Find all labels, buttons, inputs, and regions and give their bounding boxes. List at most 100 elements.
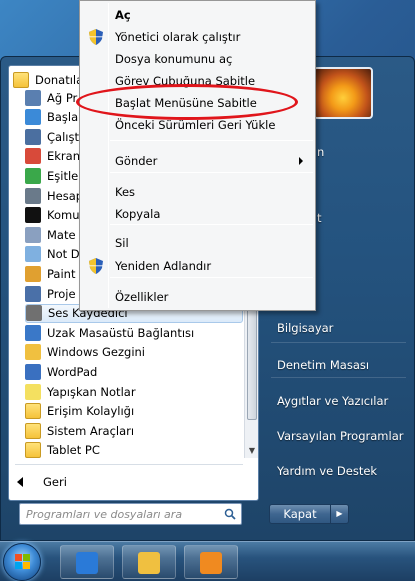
- sticky-notes-icon: [25, 383, 41, 400]
- shutdown-group: Kapat ▶: [269, 504, 349, 524]
- back-label: Geri: [43, 475, 67, 489]
- menu-item-7[interactable]: Kes: [82, 181, 313, 203]
- uac-shield-icon: [89, 29, 103, 45]
- menu-item-label: Kes: [115, 185, 136, 199]
- menu-item-6[interactable]: Gönder: [82, 150, 313, 172]
- program-label: Paint: [47, 266, 76, 281]
- program-label: Yapışkan Notlar: [47, 384, 136, 399]
- snipping-tool-icon: [25, 148, 41, 165]
- menu-separator: [110, 172, 313, 173]
- menu-item-label: Kopyala: [115, 207, 161, 221]
- taskbar-button[interactable]: [184, 545, 238, 579]
- projector-icon: [25, 285, 41, 302]
- sound-recorder-icon: [26, 305, 42, 322]
- taskbar-button[interactable]: [60, 545, 114, 579]
- folder-icon: [13, 71, 29, 88]
- search-icon: [224, 508, 236, 520]
- menu-item-label: Sil: [115, 236, 129, 250]
- program-label: Başla: [47, 110, 79, 125]
- right-panel-item[interactable]: Bilgisayar: [269, 315, 409, 341]
- paint-icon: [25, 265, 41, 282]
- program-label: Windows Gezgini: [47, 345, 145, 360]
- taskbar-button[interactable]: [122, 545, 176, 579]
- windows-logo-icon: [15, 554, 31, 570]
- shutdown-button[interactable]: Kapat: [269, 504, 331, 524]
- program-label: Sistem Araçları: [47, 423, 135, 438]
- shutdown-options-arrow-icon[interactable]: ▶: [331, 504, 349, 524]
- menu-item-label: Önceki Sürümleri Geri Yükle: [115, 118, 276, 132]
- program-item[interactable]: Yapışkan Notlar: [25, 382, 243, 401]
- folder-icon: [25, 442, 41, 458]
- start-button[interactable]: [3, 543, 41, 581]
- menu-item-label: Yönetici olarak çalıştır: [115, 30, 241, 44]
- right-panel-item[interactable]: Yardım ve Destek: [269, 458, 409, 484]
- back-arrow-icon: [17, 477, 23, 487]
- program-label: Hesap: [47, 188, 84, 203]
- right-separator: [271, 342, 406, 343]
- menu-item-label: Gönder: [115, 154, 158, 168]
- folder-icon: [25, 422, 41, 439]
- search-input[interactable]: Programları ve dosyaları ara: [19, 503, 242, 525]
- right-panel-item[interactable]: n: [309, 139, 415, 165]
- folder-icon: [25, 403, 41, 420]
- windows-explorer-icon: [138, 552, 160, 574]
- math-input-icon: [25, 226, 41, 243]
- program-item[interactable]: WordPad: [25, 362, 243, 381]
- wordpad-icon: [25, 363, 41, 380]
- program-label: Erişim Kolaylığı: [47, 404, 135, 419]
- scroll-down-arrow-icon[interactable]: ▼: [245, 444, 259, 458]
- program-label: Komu: [47, 208, 80, 223]
- menu-item-9[interactable]: Sil: [82, 232, 313, 254]
- program-label: Ağ Pr: [47, 90, 78, 105]
- user-avatar[interactable]: [313, 67, 373, 119]
- menu-item-label: Yeniden Adlandır: [115, 259, 212, 273]
- menu-item-1[interactable]: Yönetici olarak çalıştır: [82, 26, 313, 48]
- submenu-arrow-icon: [299, 157, 303, 165]
- menu-item-0[interactable]: Aç: [82, 4, 313, 26]
- program-label: Çalışt: [47, 129, 79, 144]
- program-label: WordPad: [47, 364, 98, 379]
- menu-item-11[interactable]: Özellikler: [82, 286, 313, 308]
- program-label: Tablet PC: [47, 443, 100, 458]
- program-folder-item[interactable]: Tablet PC: [25, 441, 243, 458]
- program-folder-item[interactable]: Erişim Kolaylığı: [25, 402, 243, 421]
- highlight-annotation: [76, 84, 298, 120]
- menu-separator: [110, 140, 313, 141]
- context-menu: Aç Yönetici olarak çalıştır Dosya konumunu…: [79, 0, 316, 311]
- menu-separator: [110, 277, 313, 278]
- right-separator: [271, 377, 406, 378]
- sync-center-icon: [25, 167, 41, 184]
- network-projector-icon: [25, 89, 41, 106]
- calculator-icon: [25, 187, 41, 204]
- program-item[interactable]: Uzak Masaüstü Bağlantısı: [25, 323, 243, 342]
- search-placeholder: Programları ve dosyaları ara: [26, 507, 183, 521]
- menu-item-label: Dosya konumunu aç: [115, 52, 233, 66]
- divider: [15, 464, 243, 465]
- program-label: Eşitle: [47, 168, 79, 183]
- right-panel-item[interactable]: Denetim Masası: [269, 352, 409, 378]
- explorer-folder-icon: [25, 344, 41, 361]
- program-label: Ekran: [47, 149, 80, 164]
- menu-item-8[interactable]: Kopyala: [82, 203, 313, 225]
- menu-item-2[interactable]: Dosya konumunu aç: [82, 48, 313, 70]
- right-panel-item[interactable]: Aygıtlar ve Yazıcılar: [269, 388, 409, 414]
- taskbar: [0, 541, 415, 581]
- command-prompt-icon: [25, 207, 41, 224]
- program-label: Not D: [47, 247, 80, 262]
- menu-item-10[interactable]: Yeniden Adlandır: [82, 255, 313, 277]
- program-label: Proje: [47, 286, 76, 301]
- menu-separator: [110, 224, 313, 225]
- internet-explorer-icon: [76, 552, 98, 574]
- right-panel-item[interactable]: t: [309, 205, 415, 231]
- program-label: Uzak Masaüstü Bağlantısı: [47, 325, 195, 340]
- run-icon: [25, 128, 41, 145]
- remote-desktop-icon: [25, 324, 41, 341]
- uac-shield-icon: [89, 258, 103, 274]
- right-panel-item[interactable]: Varsayılan Programlar: [269, 423, 409, 449]
- program-item[interactable]: Windows Gezgini: [25, 343, 243, 362]
- notepad-icon: [25, 246, 41, 263]
- program-label: Mate: [47, 227, 76, 242]
- back-button[interactable]: Geri: [17, 472, 67, 492]
- program-folder-item[interactable]: Sistem Araçları: [25, 421, 243, 440]
- getting-started-icon: [25, 109, 41, 126]
